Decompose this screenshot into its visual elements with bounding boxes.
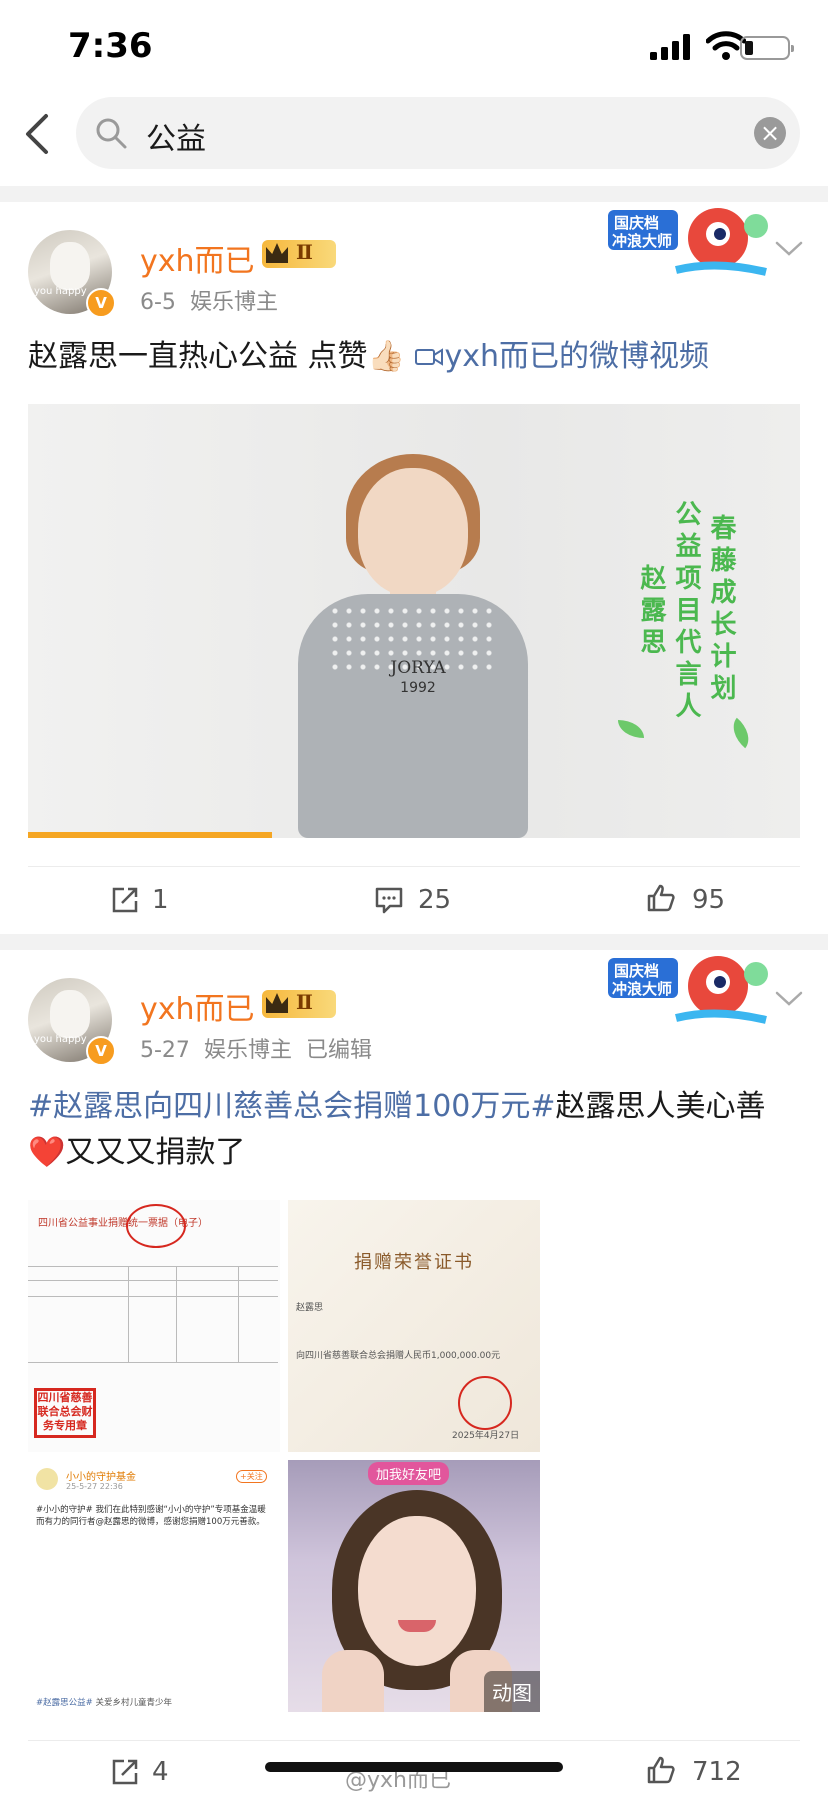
verified-badge-icon: V <box>86 1036 116 1066</box>
holiday-badge-line1: 国庆档 <box>614 214 659 232</box>
portrait-lips <box>398 1620 436 1632</box>
weibo-hashtag: #赵露思公益# <box>36 1698 93 1708</box>
vip-badge-icon[interactable]: Ⅱ <box>262 990 336 1018</box>
post-date: 5-27 <box>140 1038 190 1063</box>
chevron-down-icon[interactable] <box>774 240 804 258</box>
post-body: 赵露思一直热心公益 点赞👍🏻 <box>28 339 415 374</box>
like-icon[interactable] <box>646 1755 676 1785</box>
weibo-snippet: #小小的守护# 我们在此特别感谢“小小的守护”专项基金温暖而有力的同行者@赵露思… <box>36 1505 266 1527</box>
chevron-down-icon[interactable] <box>774 990 804 1008</box>
video-link-label[interactable]: yxh而已的微博视频 <box>444 339 709 374</box>
weibo-screenshot-image[interactable]: 小小的守护基金 25-5-27 22:36 +关注 #小小的守护# 我们在此特别… <box>28 1460 280 1712</box>
portrait-gif-image[interactable]: 加我好友吧 动图 <box>288 1460 540 1712</box>
post-role: 娱乐博主 <box>203 1038 292 1063</box>
holiday-surf-badge-icon[interactable]: 国庆档 冲浪大师 <box>606 952 774 1030</box>
gif-tag: 动图 <box>484 1671 540 1712</box>
leaf-icon <box>618 720 644 738</box>
post-date: 6-5 <box>140 290 176 315</box>
username[interactable]: yxh而已 <box>140 984 255 1028</box>
account-avatar <box>36 1468 58 1490</box>
clear-search-button[interactable]: × <box>754 117 786 149</box>
post-meta: 5-27 娱乐博主 已编辑 <box>140 1032 372 1064</box>
hashtag-link[interactable]: #赵露思向四川慈善总会捐赠100万元# <box>28 1089 556 1124</box>
verified-badge-icon: V <box>86 288 116 318</box>
video-shirt-text: JORYA <box>390 658 446 678</box>
weibo-post-date: 25-5-27 22:36 <box>66 1482 123 1491</box>
video-figure-face <box>358 468 468 596</box>
post-text: 赵露思一直热心公益 点赞👍🏻 yxh而已的微博视频 <box>28 334 800 380</box>
comment-icon[interactable] <box>374 885 404 915</box>
video-link[interactable]: yxh而已的微博视频 <box>414 339 709 374</box>
portrait-banner: 加我好友吧 <box>368 1462 450 1485</box>
post-meta: 6-5 娱乐博主 <box>140 284 278 316</box>
holiday-badge-line2: 冲浪大师 <box>612 980 672 998</box>
holiday-badge-line1: 国庆档 <box>614 962 659 980</box>
post-role: 娱乐博主 <box>189 290 278 315</box>
portrait-hand-left <box>322 1650 384 1712</box>
video-overlay-line2: 公益项目代言人 <box>671 500 701 724</box>
post-text: #赵露思向四川慈善总会捐赠100万元#赵露思人美心善 ❤️又又又捐款了 <box>28 1084 800 1176</box>
video-player[interactable]: JORYA 1992 春藤成长计划 公益项目代言人 赵露思 <box>28 404 800 838</box>
repost-icon[interactable] <box>110 1757 140 1787</box>
receipt-seal <box>126 1204 186 1248</box>
repost-icon[interactable] <box>110 885 140 915</box>
signal-icon <box>650 34 690 60</box>
repost-count[interactable]: 4 <box>152 1757 169 1787</box>
portrait-face <box>358 1516 476 1666</box>
certificate-date: 2025年4月27日 <box>452 1431 520 1441</box>
like-count[interactable]: 95 <box>692 885 725 915</box>
weibo-tail: 关爱乡村儿童青少年 <box>95 1698 172 1708</box>
certificate-line: 向四川省慈善联合总会捐赠人民币1,000,000.00元 <box>296 1351 501 1361</box>
status-time: 7:36 <box>68 26 153 66</box>
receipt-image[interactable]: 四川省公益事业捐赠统一票据（电子） 四川省慈善联合总会财务专用章 <box>28 1200 280 1452</box>
holiday-badge-line2: 冲浪大师 <box>612 232 672 250</box>
battery-icon <box>740 36 794 60</box>
video-progress-bar[interactable] <box>28 832 272 838</box>
weibo-follow-button: +关注 <box>236 1470 267 1483</box>
receipt-stamp: 四川省慈善联合总会财务专用章 <box>34 1388 96 1438</box>
home-indicator[interactable] <box>265 1762 563 1772</box>
like-icon[interactable] <box>646 883 676 913</box>
certificate-name: 赵露思 <box>296 1303 324 1313</box>
video-overlay-line3: 赵露思 <box>636 564 666 660</box>
comment-count[interactable]: 25 <box>418 885 451 915</box>
repost-count[interactable]: 1 <box>152 885 169 915</box>
section-divider <box>0 934 828 950</box>
section-divider <box>0 186 828 202</box>
video-camera-icon <box>415 348 444 366</box>
back-arrow-icon[interactable] <box>20 112 56 156</box>
holiday-surf-badge-icon[interactable]: 国庆档 冲浪大师 <box>606 204 774 282</box>
certificate-seal <box>458 1376 512 1430</box>
vip-badge-icon[interactable]: Ⅱ <box>262 240 336 268</box>
certificate-title: 捐赠荣誉证书 <box>354 1252 474 1273</box>
video-overlay-line1: 春藤成长计划 <box>706 514 736 706</box>
search-query-text[interactable]: 公益 <box>146 114 206 158</box>
divider <box>28 866 800 867</box>
certificate-image[interactable]: 捐赠荣誉证书 赵露思 向四川省慈善联合总会捐赠人民币1,000,000.00元 … <box>288 1200 540 1452</box>
weibo-account-name: 小小的守护基金 <box>66 1472 136 1483</box>
video-shirt-year: 1992 <box>400 680 436 696</box>
search-icon <box>96 118 127 149</box>
username[interactable]: yxh而已 <box>140 236 255 280</box>
like-count[interactable]: 712 <box>692 1757 742 1787</box>
edited-label: 已编辑 <box>305 1038 372 1063</box>
leaf-icon <box>725 717 757 749</box>
divider <box>28 1740 800 1741</box>
